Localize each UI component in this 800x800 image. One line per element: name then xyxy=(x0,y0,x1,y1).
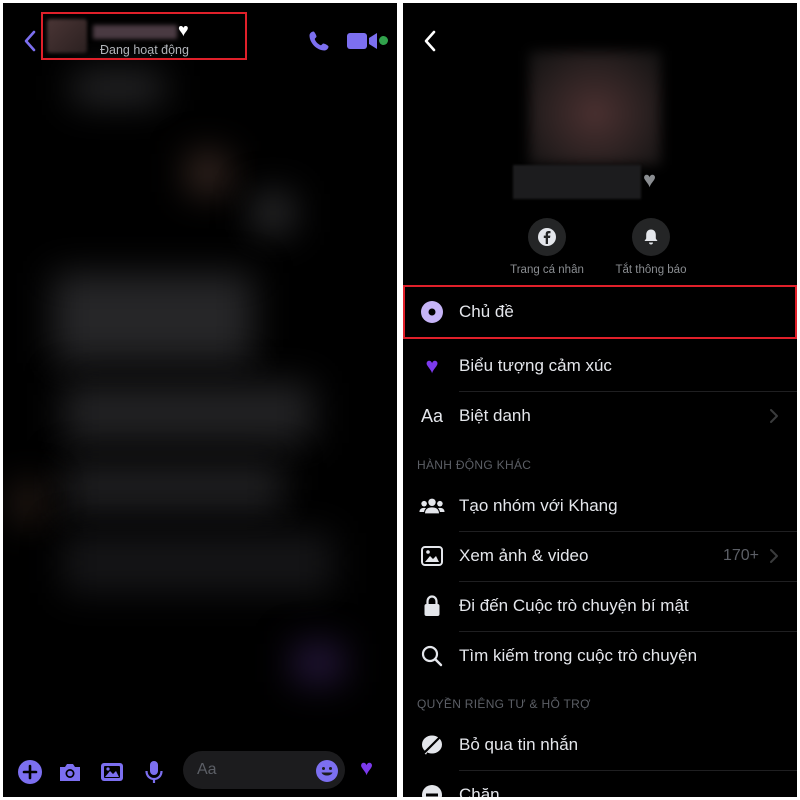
section-label-more-actions: HÀNH ĐỘNG KHÁC xyxy=(417,458,532,472)
purple-heart-icon: ♥ xyxy=(425,353,439,378)
online-indicator xyxy=(379,36,388,45)
mute-action-label: Tắt thông báo xyxy=(615,264,687,276)
aa-icon: Aa xyxy=(420,405,444,426)
menu-item-secret-chat[interactable]: Đi đến Cuộc trò chuyện bí mật xyxy=(403,581,797,631)
blurred-conversation xyxy=(3,63,397,743)
emoji-icon[interactable] xyxy=(315,759,339,783)
menu-item-label: Tạo nhóm với Khang xyxy=(459,496,618,515)
block-icon xyxy=(419,782,445,797)
menu-item-label: Bỏ qua tin nhắn xyxy=(459,735,579,754)
menu-item-media[interactable]: Xem ảnh & video 170+ xyxy=(403,531,797,581)
chevron-right-icon xyxy=(770,549,778,563)
chat-header: ♥ Đang hoạt động xyxy=(3,3,397,73)
menu-item-block[interactable]: Chặn xyxy=(403,770,797,797)
phone-icon[interactable] xyxy=(307,29,331,53)
lock-icon xyxy=(419,593,445,619)
camera-icon[interactable] xyxy=(57,759,83,785)
menu-item-nicknames[interactable]: Aa Biệt danh xyxy=(403,391,797,441)
grey-heart-icon: ♥ xyxy=(643,167,657,192)
menu-item-label: Xem ảnh & video xyxy=(459,546,589,565)
profile-picture[interactable] xyxy=(529,51,661,165)
plus-circle-icon[interactable] xyxy=(17,759,43,785)
profile-action-label: Trang cá nhân xyxy=(510,264,584,276)
menu-item-label: Đi đến Cuộc trò chuyện bí mật xyxy=(459,596,689,615)
facebook-icon[interactable] xyxy=(528,218,566,256)
ignore-icon xyxy=(419,732,445,758)
message-composer: ♥ xyxy=(3,743,397,797)
profile-name-blurred xyxy=(513,165,641,199)
menu-item-emoji[interactable]: ♥ Biểu tượng cảm xúc xyxy=(403,341,797,391)
image-icon xyxy=(419,543,445,569)
menu-item-create-group[interactable]: Tạo nhóm với Khang xyxy=(403,481,797,531)
header-highlight-box xyxy=(41,12,247,60)
section-label-privacy: QUYỀN RIÊNG TƯ & HỖ TRỢ xyxy=(417,697,591,711)
gallery-icon[interactable] xyxy=(99,759,125,785)
menu-item-label: Biệt danh xyxy=(459,406,531,425)
conversation-settings-panel: ♥ Trang cá nhân Tắt thông báo Chủ đề ♥ B… xyxy=(403,3,797,797)
microphone-icon[interactable] xyxy=(141,759,167,785)
bell-icon[interactable] xyxy=(632,218,670,256)
group-icon xyxy=(419,493,445,519)
menu-item-label: Chặn xyxy=(459,785,500,797)
chevron-right-icon xyxy=(770,409,778,423)
back-chevron-icon[interactable] xyxy=(421,29,439,53)
media-count: 170+ xyxy=(722,547,759,564)
purple-heart-icon[interactable]: ♥ xyxy=(360,757,373,779)
menu-item-ignore[interactable]: Bỏ qua tin nhắn xyxy=(403,720,797,770)
menu-item-search[interactable]: Tìm kiếm trong cuộc trò chuyện xyxy=(403,631,797,681)
search-icon xyxy=(419,643,445,669)
menu-item-label: Biểu tượng cảm xúc xyxy=(459,356,612,375)
profile-action[interactable]: Trang cá nhân xyxy=(497,218,597,276)
back-chevron-icon[interactable] xyxy=(21,29,39,53)
theme-highlight-box xyxy=(403,285,797,339)
video-call-icon[interactable] xyxy=(347,31,379,51)
menu-item-label: Tìm kiếm trong cuộc trò chuyện xyxy=(459,646,698,665)
mute-action[interactable]: Tắt thông báo xyxy=(601,218,701,276)
chat-panel: ♥ Đang hoạt động Aa ♥ xyxy=(3,3,397,797)
